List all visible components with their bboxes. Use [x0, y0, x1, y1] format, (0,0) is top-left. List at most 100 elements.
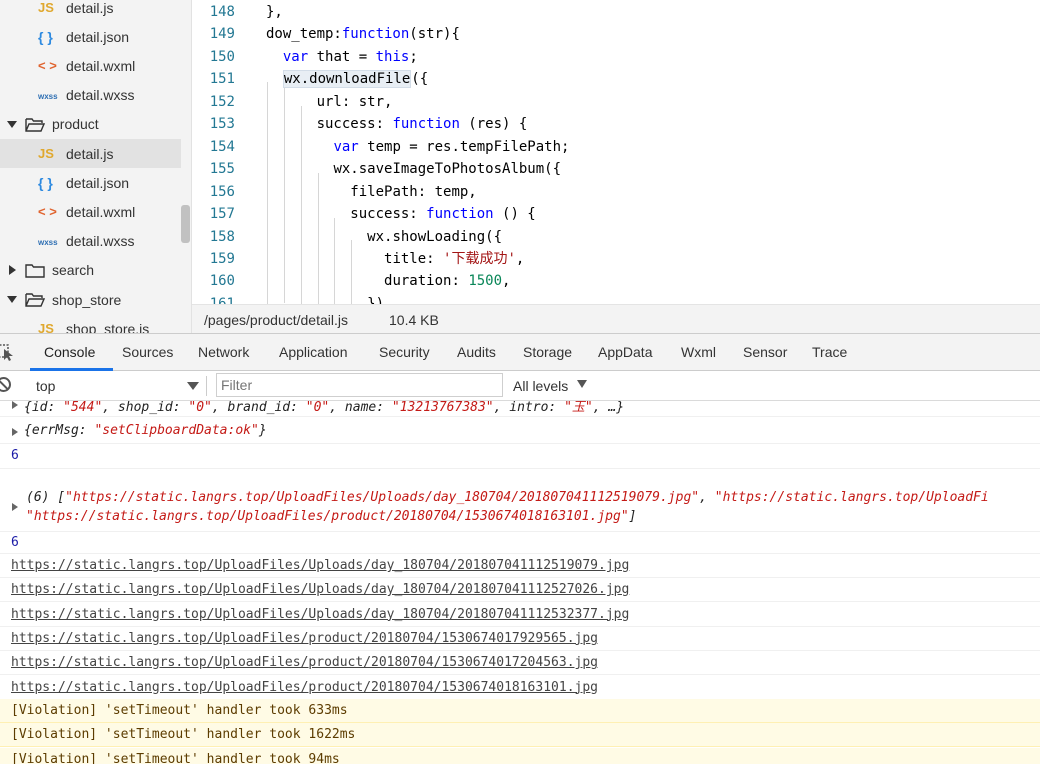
js-icon: JS	[38, 321, 54, 333]
wxml-icon: < >	[38, 204, 57, 220]
url-link[interactable]: https://static.langrs.top/UploadFiles/pr…	[11, 655, 598, 670]
line-number: 159	[209, 250, 235, 267]
folder-icon	[25, 264, 45, 278]
code-text: wx.downloadFile({	[282, 70, 429, 89]
console-toolbar: top All levels	[0, 371, 1040, 401]
tree-file[interactable]: JS detail.js	[0, 0, 181, 22]
tree-folder-product[interactable]: product	[0, 110, 181, 139]
console-message: {errMsg: "setClipboardData:ok"}	[0, 419, 1040, 444]
chevron-down-icon[interactable]	[187, 382, 199, 390]
tree-file[interactable]: { } detail.json	[0, 22, 181, 51]
console-message: 6	[0, 444, 1040, 469]
tab-sources[interactable]: Sources	[122, 344, 173, 360]
url-link[interactable]: https://static.langrs.top/UploadFiles/Up…	[11, 607, 629, 622]
expand-arrow-icon[interactable]	[12, 503, 18, 511]
expand-arrow-icon[interactable]	[12, 401, 18, 409]
code-line: 161})	[193, 293, 1040, 304]
line-number: 150	[209, 48, 235, 65]
chevron-down-icon[interactable]	[7, 120, 17, 128]
object-preview[interactable]: {errMsg: "setClipboardData:ok"}	[24, 423, 267, 438]
file-size: 10.4 KB	[389, 312, 439, 328]
tree-file[interactable]: JS detail.js	[0, 139, 181, 168]
js-icon: JS	[38, 146, 54, 161]
code-editor[interactable]: 148}, 149 dow_temp:function(str){150 var th…	[193, 0, 1040, 304]
line-number: 155	[209, 161, 235, 178]
line-number: 151	[209, 71, 235, 88]
expand-arrow-icon[interactable]	[12, 428, 18, 436]
tab-appdata[interactable]: AppData	[598, 344, 652, 360]
line-number: 160	[209, 273, 235, 290]
tree-item-label: detail.js	[66, 0, 114, 16]
console-message: (6) ["https://static.langrs.top/UploadFi…	[0, 469, 1040, 532]
js-icon: JS	[38, 0, 54, 15]
code-line: 156 filePath: temp,	[193, 181, 1040, 203]
code-line: 153 success: function (res) {	[193, 113, 1040, 135]
clear-console-icon[interactable]	[0, 377, 11, 392]
tree-file[interactable]: < > detail.wxml	[0, 197, 181, 226]
chevron-right-icon[interactable]	[9, 264, 16, 275]
line-number: 152	[209, 93, 235, 110]
code-text: success: function (res) {	[316, 116, 528, 133]
tree-item-label: detail.json	[66, 28, 130, 45]
url-link[interactable]: https://static.langrs.top/UploadFiles/Up…	[11, 558, 629, 573]
console-message: https://static.langrs.top/UploadFiles/pr…	[0, 676, 1040, 700]
tree-file[interactable]: { } detail.json	[0, 168, 181, 197]
file-tree: JS detail.js { } detail.json < > detail.wxml w…	[0, 0, 192, 333]
tab-network[interactable]: Network	[198, 344, 249, 360]
filter-input[interactable]	[216, 373, 503, 397]
code-text: filePath: temp,	[350, 183, 477, 200]
tab-console[interactable]: Console	[44, 344, 95, 360]
number-output: 6	[11, 535, 19, 550]
line-number: 153	[209, 116, 235, 133]
context-select[interactable]: top	[36, 378, 55, 394]
tab-application[interactable]: Application	[279, 344, 348, 360]
array-preview-cont: "https://static.langrs.top/UploadFiles/p…	[26, 509, 637, 524]
chevron-down-icon[interactable]	[577, 380, 587, 388]
tab-wxml[interactable]: Wxml	[681, 344, 716, 360]
tab-audits[interactable]: Audits	[457, 344, 496, 360]
url-link[interactable]: https://static.langrs.top/UploadFiles/Up…	[11, 582, 629, 597]
code-text: },	[266, 4, 283, 20]
tree-item-label: product	[52, 116, 99, 133]
line-number: 156	[209, 183, 235, 200]
tree-item-label: detail.wxss	[66, 87, 135, 104]
tree-folder-search[interactable]: search	[0, 256, 181, 285]
line-number: 158	[209, 228, 235, 245]
code-line: 155 wx.saveImageToPhotosAlbum({	[193, 158, 1040, 180]
tree-file[interactable]: wxss detail.wxss	[0, 227, 181, 256]
url-link[interactable]: https://static.langrs.top/UploadFiles/pr…	[11, 680, 598, 695]
code-text: var that = this;	[282, 48, 418, 65]
code-line: 149 dow_temp:function(str){	[193, 23, 1040, 45]
url-link[interactable]: https://static.langrs.top/UploadFiles/pr…	[11, 631, 598, 646]
tab-security[interactable]: Security	[379, 344, 430, 360]
object-preview[interactable]: {id: "544", shop_id: "0", brand_id: "0",…	[24, 401, 624, 415]
folder-open-icon	[25, 293, 45, 307]
code-text: success: function () {	[350, 206, 536, 223]
console-message: https://static.langrs.top/UploadFiles/Up…	[0, 578, 1040, 603]
code-line: 159 title: '下载成功',	[193, 248, 1040, 270]
tree-folder-shop_store[interactable]: shop_store	[0, 285, 181, 314]
tree-item-label: search	[52, 262, 95, 279]
code-text: })	[367, 295, 385, 304]
console-message: https://static.langrs.top/UploadFiles/pr…	[0, 651, 1040, 676]
editor-status-bar: /pages/product/detail.js 10.4 KB	[192, 304, 1040, 333]
tab-trace[interactable]: Trace	[812, 344, 847, 360]
log-levels-select[interactable]: All levels	[513, 378, 568, 394]
toolbar-divider	[206, 376, 207, 396]
tab-storage[interactable]: Storage	[523, 344, 572, 360]
array-preview[interactable]: (6) ["https://static.langrs.top/UploadFi…	[26, 490, 989, 505]
code-text: url: str,	[316, 93, 393, 110]
wxss-icon: wxss	[38, 91, 58, 101]
violation-message: [Violation] 'setTimeout' handler took 94…	[0, 747, 1040, 764]
tab-sensor[interactable]: Sensor	[743, 344, 787, 360]
tree-scrollbar[interactable]	[181, 205, 190, 243]
inspect-element-icon[interactable]	[0, 343, 14, 361]
tree-file[interactable]: < > detail.wxml	[0, 51, 181, 80]
line-number: 154	[209, 138, 235, 155]
tree-file[interactable]: JS shop_store.js	[0, 314, 181, 333]
tree-file[interactable]: wxss detail.wxss	[0, 81, 181, 110]
code-text: wx.showLoading({	[367, 228, 503, 245]
chevron-down-icon[interactable]	[7, 296, 17, 303]
tree-item-label: detail.wxss	[66, 233, 135, 250]
wxss-icon: wxss	[38, 237, 58, 247]
